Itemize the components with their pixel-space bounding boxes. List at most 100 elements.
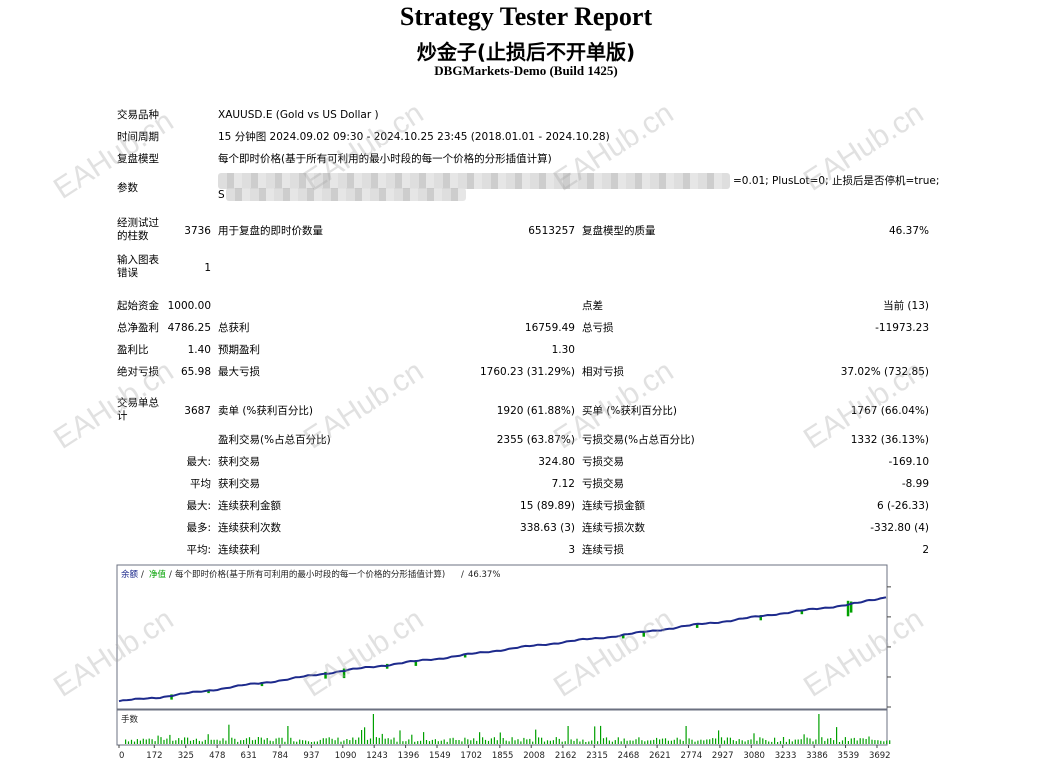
quality-value: 46.37% xyxy=(888,225,929,237)
volume-bar-35 xyxy=(228,724,230,744)
volume-bar-199 xyxy=(712,738,714,744)
volume-bar-88 xyxy=(384,738,386,744)
volume-bar-237 xyxy=(824,740,826,744)
volume-bar-25 xyxy=(198,740,200,744)
volume-bar-246 xyxy=(850,738,852,744)
volume-bar-222 xyxy=(779,741,782,744)
volume-bar-67 xyxy=(322,738,324,744)
volume-bar-162 xyxy=(602,738,605,744)
volume-bar-177 xyxy=(647,740,649,744)
volume-bar-61 xyxy=(305,740,307,744)
volume-bar-41 xyxy=(245,738,248,744)
volume-bar-228 xyxy=(797,739,799,744)
avg-consec-wins-label: 连续获利 xyxy=(218,544,260,556)
volume-bar-97 xyxy=(411,734,413,744)
volume-bar-160 xyxy=(597,741,599,744)
volume-bar-111 xyxy=(452,737,454,744)
x-tick-label-8: 1243 xyxy=(366,751,388,760)
volume-bar-124 xyxy=(490,738,492,744)
x-tick-label-24: 3692 xyxy=(869,751,891,760)
volume-bar-44 xyxy=(254,739,256,744)
volume-bar-22 xyxy=(189,740,192,744)
volume-bar-251 xyxy=(865,739,867,744)
volume-bar-202 xyxy=(720,737,723,744)
params-label: 参数 xyxy=(117,182,138,194)
volume-bar-249 xyxy=(859,738,861,744)
volume-bar-142 xyxy=(543,741,546,744)
volume-bar-101 xyxy=(423,732,425,744)
volume-bar-230 xyxy=(803,734,805,744)
volume-bar-245 xyxy=(847,741,849,744)
volume-bar-252 xyxy=(868,736,870,744)
spread-value: 当前 (13) xyxy=(883,300,929,312)
balance-chart: 余额 / 净值 / 每个即时价格(基于所有可利用的最小时段的每一个价格的分形插值… xyxy=(116,564,891,760)
volume-bar-149 xyxy=(564,741,566,744)
volume-bar-125 xyxy=(493,737,495,744)
volume-bar-33 xyxy=(222,738,224,744)
volume-bar-47 xyxy=(263,739,265,744)
volume-bar-229 xyxy=(800,739,802,744)
volume-bar-20 xyxy=(184,737,186,744)
x-tick-label-17: 2621 xyxy=(649,751,671,760)
volume-bar-232 xyxy=(809,738,811,744)
volume-bar-57 xyxy=(293,741,295,744)
gross-loss-value: -11973.23 xyxy=(875,322,929,334)
volume-bar-189 xyxy=(682,740,684,744)
x-tick-label-19: 2927 xyxy=(712,751,734,760)
volume-bar-80 xyxy=(361,730,363,744)
volume-label: 手数 xyxy=(121,714,139,725)
volume-bar-161 xyxy=(600,725,602,744)
volume-bar-12 xyxy=(160,737,162,744)
avg-consec-losses-label: 连续亏损 xyxy=(582,544,624,556)
legend-sep-1: / xyxy=(141,570,144,580)
volume-bar-115 xyxy=(464,737,466,744)
maximal-loss-value: -332.80 (4) xyxy=(870,522,929,534)
volume-bar-186 xyxy=(673,739,675,744)
volume-bar-19 xyxy=(181,740,183,744)
volume-bar-1 xyxy=(127,741,130,744)
volume-bar-209 xyxy=(741,740,743,744)
max-consec-label: 最大: xyxy=(186,500,211,512)
gross-profit-label: 总获利 xyxy=(218,322,250,334)
legend-equity: 净值 xyxy=(149,569,167,580)
volume-bar-21 xyxy=(187,737,189,744)
volume-bar-238 xyxy=(827,738,829,744)
volume-bar-94 xyxy=(402,741,404,744)
volume-bar-118 xyxy=(473,738,475,744)
volume-bar-23 xyxy=(192,740,195,744)
volume-bar-204 xyxy=(726,737,728,744)
volume-bar-68 xyxy=(325,738,327,744)
short-label: 卖单 (%获利百分比) xyxy=(218,405,314,417)
maximal-profit-value: 338.63 (3) xyxy=(520,522,575,534)
volume-bar-91 xyxy=(393,737,395,744)
x-tick-label-11: 1702 xyxy=(460,751,482,760)
volume-bar-126 xyxy=(496,740,498,744)
volume-bar-255 xyxy=(877,740,879,744)
volume-bar-108 xyxy=(443,739,445,744)
volume-bar-93 xyxy=(399,730,401,744)
average-profit-value: 7.12 xyxy=(551,478,575,490)
ticks-label: 用于复盘的即时价数量 xyxy=(218,225,323,237)
volume-bar-145 xyxy=(552,740,554,744)
volume-bar-106 xyxy=(437,741,439,744)
volume-bar-60 xyxy=(302,740,304,744)
volume-bar-56 xyxy=(290,737,292,744)
spread-label: 点差 xyxy=(582,300,603,312)
x-tick-label-2: 325 xyxy=(178,751,194,760)
largest-label: 最大: xyxy=(186,456,211,468)
volume-bar-219 xyxy=(771,741,773,744)
volume-bar-6 xyxy=(142,738,144,744)
volume-bar-127 xyxy=(499,732,501,744)
x-tick-label-4: 631 xyxy=(241,751,257,760)
volume-bar-223 xyxy=(782,737,785,744)
volume-bar-163 xyxy=(605,737,608,744)
ea-name: 炒金子(止损后不开单版) xyxy=(416,40,636,64)
volume-bar-81 xyxy=(364,727,366,744)
volume-bar-192 xyxy=(691,739,693,744)
volume-bar-36 xyxy=(231,737,233,744)
volume-bar-48 xyxy=(266,738,268,744)
volume-bar-40 xyxy=(243,740,245,744)
volume-bar-196 xyxy=(703,740,705,744)
avg-consec-losses-value: 2 xyxy=(922,544,929,556)
volume-bar-225 xyxy=(788,739,790,744)
